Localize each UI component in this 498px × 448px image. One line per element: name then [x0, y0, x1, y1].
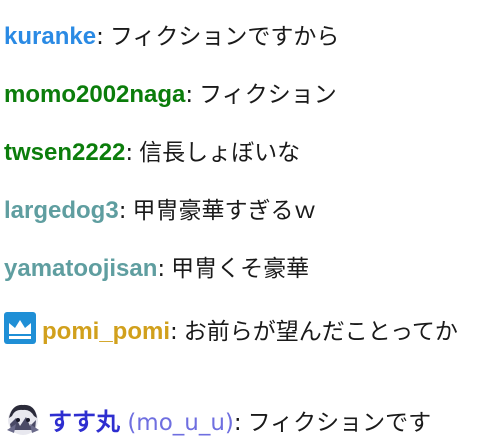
username[interactable]: kuranke — [4, 23, 96, 50]
message-text: フィクションですから — [109, 24, 340, 50]
separator: : — [96, 24, 104, 50]
user-handle[interactable]: (mo_u_u) — [127, 410, 234, 436]
username[interactable]: twsen2222 — [4, 139, 125, 166]
chat-message: すす丸 (mo_u_u): フィクションです — [4, 400, 494, 438]
chat-message: momo2002naga: フィクション — [4, 80, 494, 110]
avatar-icon[interactable] — [4, 400, 42, 438]
username[interactable]: pomi_pomi — [42, 318, 170, 345]
separator: : — [185, 82, 194, 108]
username[interactable]: yamatoojisan — [4, 255, 157, 282]
chat-message: twsen2222: 信長しょぼいな — [4, 138, 494, 168]
separator: : — [118, 198, 127, 224]
message-text: お前らが望んだことってか — [183, 319, 458, 345]
crown-icon[interactable] — [4, 312, 36, 344]
separator: : — [233, 410, 242, 436]
message-text: 甲冑豪華すぎるｗ — [132, 198, 317, 224]
username[interactable]: largedog3 — [4, 197, 119, 224]
chat-message: kuranke: フィクションですから — [4, 22, 494, 52]
chat-message: largedog3: 甲冑豪華すぎるｗ — [4, 196, 494, 226]
chat-log: kuranke: フィクションですから momo2002naga: フィクション t… — [0, 0, 498, 448]
message-text: フィクションです — [247, 410, 432, 436]
message-text: 信長しょぼいな — [139, 140, 301, 166]
chat-message: yamatoojisan: 甲冑くそ豪華 — [4, 254, 494, 284]
chat-message: pomi_pomi: お前らが望んだことってか — [4, 312, 494, 351]
username[interactable]: すす丸 — [48, 409, 120, 436]
separator: : — [170, 319, 178, 345]
username[interactable]: momo2002naga — [4, 81, 185, 108]
message-text: フィクション — [199, 82, 337, 108]
separator: : — [157, 256, 166, 282]
message-text: 甲冑くそ豪華 — [171, 256, 310, 282]
separator: : — [125, 140, 134, 166]
